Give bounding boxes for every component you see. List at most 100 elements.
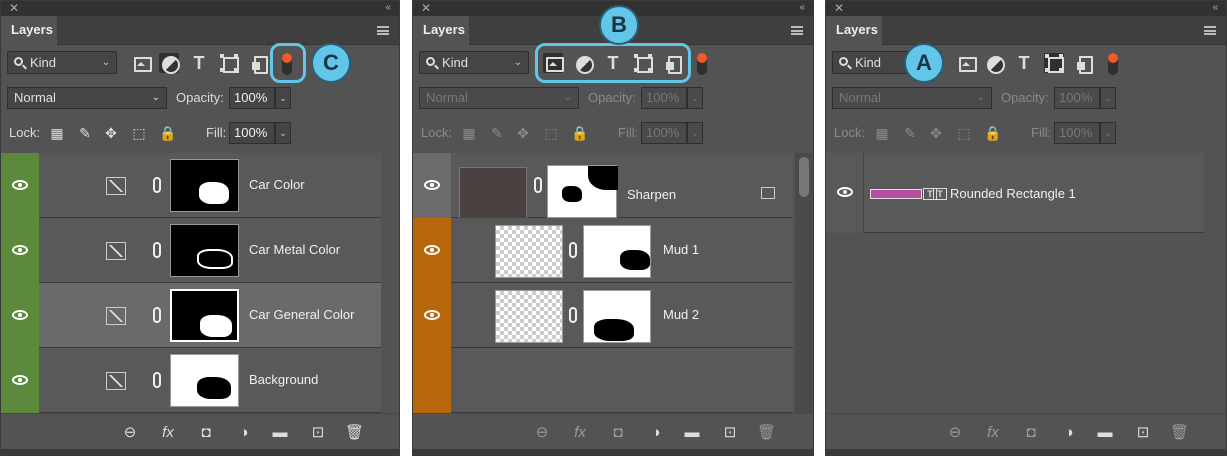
layer-name[interactable]: Mud 2 xyxy=(663,307,699,322)
fill-input[interactable]: 100% xyxy=(641,122,687,144)
lock-all-icon[interactable]: 🔒 xyxy=(984,125,1001,141)
smart-object-filter-icon[interactable] xyxy=(1074,53,1094,74)
fill-input[interactable]: 100% xyxy=(229,122,275,144)
lock-all-icon[interactable]: 🔒 xyxy=(571,125,588,141)
filter-toggle-switch[interactable] xyxy=(697,53,707,75)
link-chain-icon[interactable] xyxy=(153,307,161,323)
adjustment-layer-icon[interactable]: ◑ xyxy=(647,424,665,442)
eye-icon[interactable] xyxy=(424,245,440,255)
fill-input[interactable]: 100% xyxy=(1054,122,1100,144)
visibility-column[interactable] xyxy=(413,348,451,413)
layer-name[interactable]: Rounded Rectangle 1 xyxy=(950,186,1076,201)
visibility-column[interactable] xyxy=(1,283,39,348)
lock-artboard-icon[interactable]: ⬚ xyxy=(543,125,559,141)
mask-thumbnail[interactable] xyxy=(170,224,239,277)
link-chain-icon[interactable] xyxy=(153,177,161,193)
adjustment-layer-filter-icon[interactable] xyxy=(159,53,180,74)
visibility-column[interactable] xyxy=(413,218,451,283)
opacity-input[interactable]: 100% xyxy=(1054,87,1100,109)
layer-name[interactable]: Mud 1 xyxy=(663,242,699,257)
layer-row[interactable]: Car Metal Color xyxy=(1,218,381,283)
add-mask-icon[interactable]: ◘ xyxy=(609,424,627,442)
panel-menu-icon[interactable] xyxy=(377,26,389,35)
mask-thumbnail[interactable] xyxy=(170,289,239,342)
link-layers-icon[interactable]: ⊖ xyxy=(533,424,551,442)
adjustment-layer-icon[interactable]: ◑ xyxy=(235,424,253,442)
blend-mode-select[interactable]: Normal ⌄ xyxy=(832,87,992,109)
mask-thumbnail[interactable] xyxy=(547,165,618,218)
trash-icon[interactable]: 🗑 xyxy=(757,424,776,442)
lock-all-icon[interactable]: 🔒 xyxy=(159,125,176,141)
kind-filter-select[interactable]: Kind ⌄ xyxy=(419,51,529,74)
pixel-layer-filter-icon[interactable] xyxy=(543,53,564,73)
blend-mode-select[interactable]: Normal ⌄ xyxy=(7,87,167,109)
fx-icon[interactable]: fx xyxy=(571,424,589,442)
visibility-column[interactable] xyxy=(1,153,39,218)
lock-image-brush-icon[interactable]: ✎ xyxy=(902,125,918,141)
visibility-column[interactable] xyxy=(826,153,864,233)
tab-layers[interactable]: Layers xyxy=(413,16,469,45)
layer-row[interactable]: Mud 2 xyxy=(413,283,793,348)
opacity-chevron-icon[interactable]: ⌄ xyxy=(275,87,291,109)
mask-thumbnail[interactable] xyxy=(170,354,239,407)
visibility-column[interactable] xyxy=(1,348,39,413)
trash-icon[interactable]: 🗑 xyxy=(1170,424,1189,442)
shape-layer-filter-icon[interactable] xyxy=(633,53,653,73)
lock-artboard-icon[interactable]: ⬚ xyxy=(956,125,972,141)
new-layer-icon[interactable]: ⊡ xyxy=(309,424,327,442)
link-chain-icon[interactable] xyxy=(153,372,161,388)
visibility-column[interactable] xyxy=(1,218,39,283)
lock-transparent-icon[interactable]: ▦ xyxy=(461,125,477,141)
smart-object-filter-icon[interactable] xyxy=(663,53,683,74)
visibility-column[interactable] xyxy=(413,153,451,218)
fx-icon[interactable]: fx xyxy=(159,424,177,442)
fx-icon[interactable]: fx xyxy=(984,424,1002,442)
folder-icon[interactable]: ▬ xyxy=(271,424,289,442)
layer-name[interactable]: Car Color xyxy=(249,177,305,192)
visibility-column[interactable] xyxy=(413,283,451,348)
close-icon[interactable]: ✕ xyxy=(421,1,431,15)
fill-chevron-icon[interactable]: ⌄ xyxy=(1100,122,1116,144)
shape-layer-filter-icon[interactable] xyxy=(1044,53,1064,73)
link-layers-icon[interactable]: ⊖ xyxy=(121,424,139,442)
layer-row[interactable]: Car Color xyxy=(1,153,381,218)
eye-icon[interactable] xyxy=(424,180,440,190)
layer-name[interactable]: Car General Color xyxy=(249,307,355,322)
trash-icon[interactable]: 🗑 xyxy=(345,424,364,442)
fill-chevron-icon[interactable]: ⌄ xyxy=(275,122,291,144)
lock-position-move-icon[interactable]: ✥ xyxy=(103,125,119,141)
layer-name[interactable]: Sharpen xyxy=(627,187,676,202)
lock-image-brush-icon[interactable]: ✎ xyxy=(489,125,505,141)
filter-toggle-switch[interactable] xyxy=(282,53,292,75)
layer-thumbnail[interactable] xyxy=(495,290,563,343)
panel-menu-icon[interactable] xyxy=(1204,26,1216,35)
adjustment-layer-filter-icon[interactable] xyxy=(573,53,594,74)
layer-row[interactable]: T T Rounded Rectangle 1 xyxy=(826,153,1204,233)
pixel-layer-filter-icon[interactable] xyxy=(131,53,152,73)
shape-layer-filter-icon[interactable] xyxy=(219,53,239,73)
tab-layers[interactable]: Layers xyxy=(826,16,882,45)
kind-filter-select[interactable]: Kind ⌄ xyxy=(7,51,117,74)
opacity-input[interactable]: 100% xyxy=(641,87,687,109)
fill-chevron-icon[interactable]: ⌄ xyxy=(687,122,703,144)
eye-icon[interactable] xyxy=(12,180,28,190)
eye-icon[interactable] xyxy=(12,375,28,385)
pixel-layer-filter-icon[interactable] xyxy=(956,53,977,73)
lock-image-brush-icon[interactable]: ✎ xyxy=(77,125,93,141)
close-icon[interactable]: ✕ xyxy=(9,1,19,15)
type-layer-filter-icon[interactable]: T xyxy=(1014,53,1034,73)
lock-position-move-icon[interactable]: ✥ xyxy=(515,125,531,141)
eye-icon[interactable] xyxy=(424,310,440,320)
layer-row[interactable] xyxy=(413,348,793,413)
link-chain-icon[interactable] xyxy=(534,177,542,193)
adjustment-layer-icon[interactable]: ◑ xyxy=(1060,424,1078,442)
collapse-icon[interactable]: « xyxy=(385,1,391,15)
lock-position-move-icon[interactable]: ✥ xyxy=(928,125,944,141)
blend-mode-select[interactable]: Normal ⌄ xyxy=(419,87,579,109)
mask-thumbnail[interactable] xyxy=(583,290,651,343)
resize-bar[interactable] xyxy=(1,449,399,455)
smart-object-filter-icon[interactable] xyxy=(249,53,269,74)
lock-artboard-icon[interactable]: ⬚ xyxy=(131,125,147,141)
new-layer-icon[interactable]: ⊡ xyxy=(721,424,739,442)
link-chain-icon[interactable] xyxy=(569,242,577,258)
